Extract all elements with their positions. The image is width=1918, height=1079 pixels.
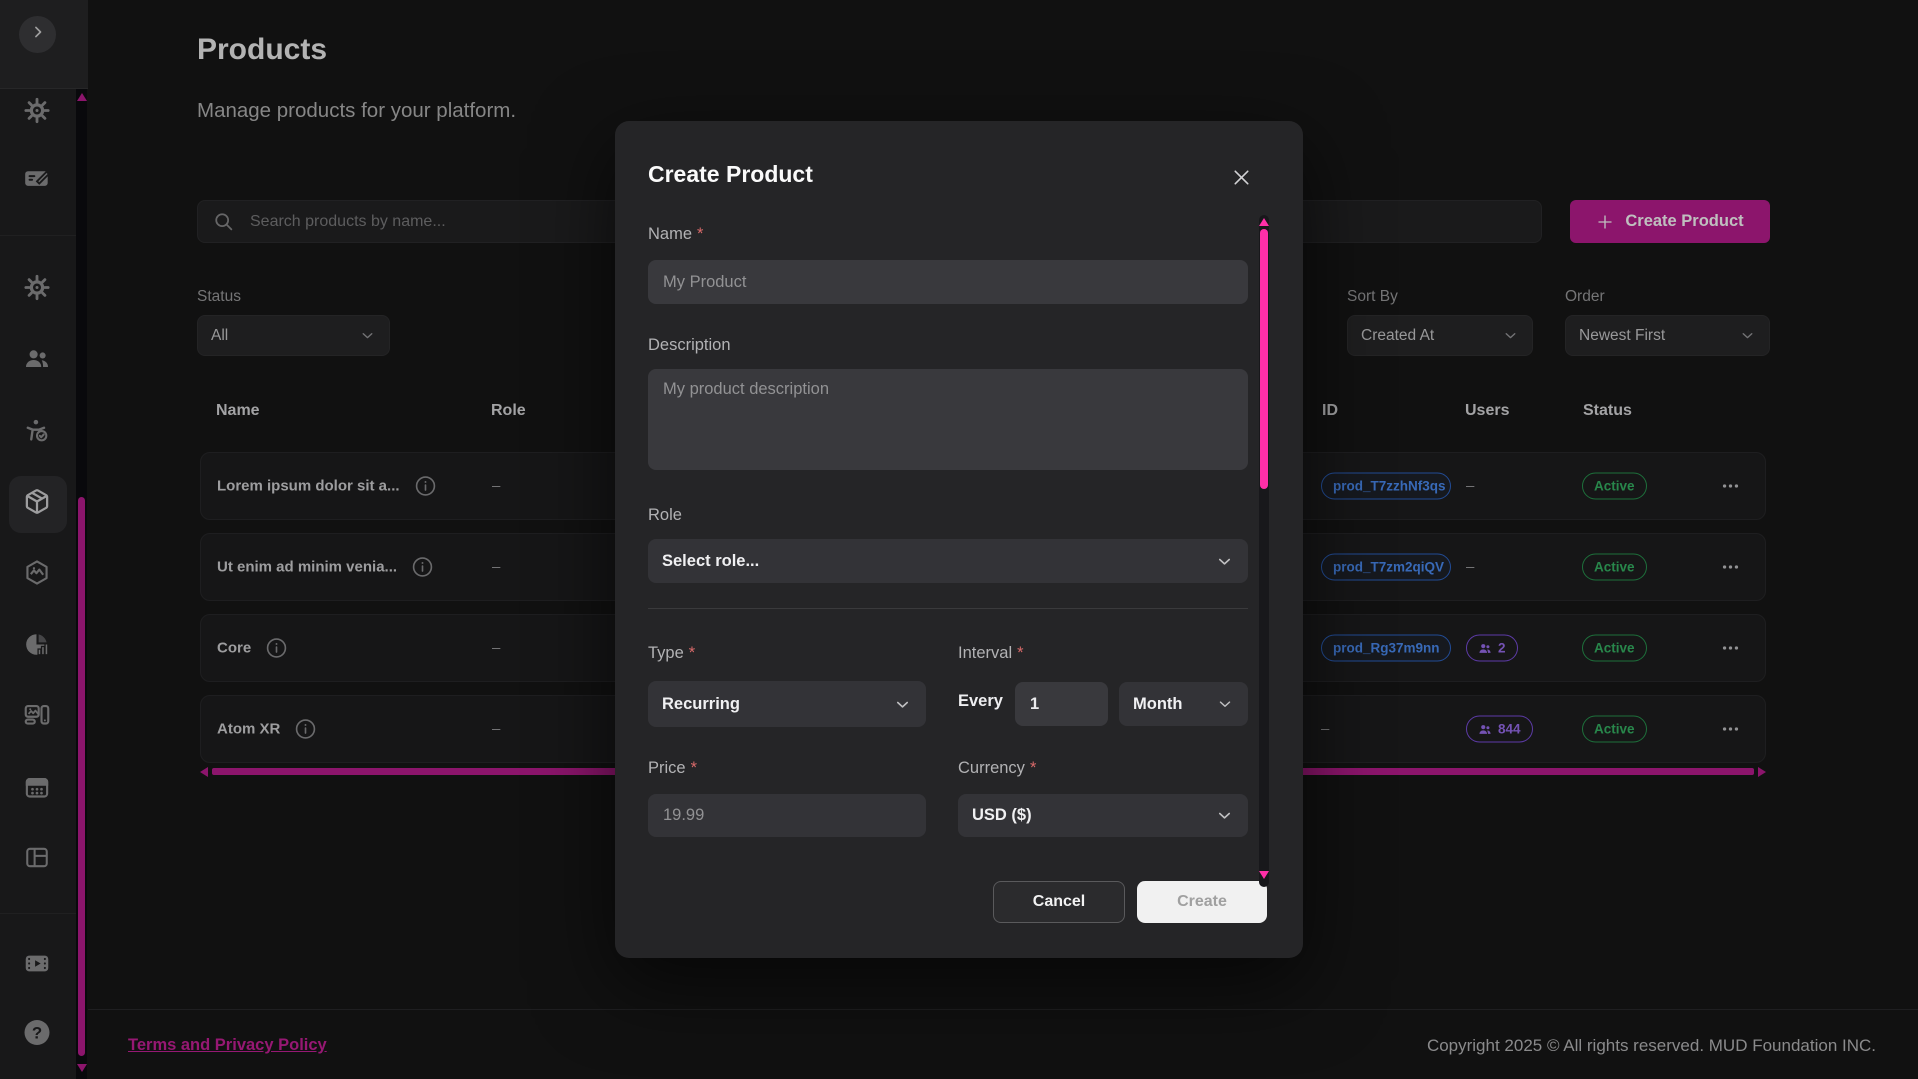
interval-label: Interval* xyxy=(958,644,1024,663)
create-product-modal: Create Product Name* Description Role Se… xyxy=(615,121,1303,958)
description-textarea[interactable] xyxy=(648,369,1248,470)
price-label: Price* xyxy=(648,759,697,778)
cancel-button[interactable]: Cancel xyxy=(993,881,1125,923)
form-divider xyxy=(648,608,1248,609)
price-input[interactable] xyxy=(648,794,926,837)
modal-scrollbar-thumb[interactable] xyxy=(1260,229,1268,489)
interval-unit-value: Month xyxy=(1133,695,1182,714)
role-select-value: Select role... xyxy=(662,552,759,571)
chevron-down-icon xyxy=(1216,695,1234,713)
currency-select-value: USD ($) xyxy=(972,806,1032,825)
modal-scroll-down-arrow[interactable] xyxy=(1259,871,1269,879)
create-button[interactable]: Create xyxy=(1137,881,1267,923)
modal-scroll-up-arrow[interactable] xyxy=(1259,218,1269,226)
modal-title: Create Product xyxy=(648,161,813,188)
required-asterisk: * xyxy=(1017,644,1023,662)
required-asterisk: * xyxy=(689,644,695,662)
currency-label: Currency* xyxy=(958,759,1036,778)
currency-select[interactable]: USD ($) xyxy=(958,794,1248,837)
required-asterisk: * xyxy=(1030,759,1036,777)
required-asterisk: * xyxy=(691,759,697,777)
description-label: Description xyxy=(648,336,731,355)
type-select-value: Recurring xyxy=(662,695,740,714)
name-input[interactable] xyxy=(648,260,1248,304)
required-asterisk: * xyxy=(697,225,703,243)
close-icon xyxy=(1230,166,1253,189)
role-select[interactable]: Select role... xyxy=(648,539,1248,583)
app-window: ? Products Manage products for your plat… xyxy=(0,0,1918,1079)
name-label: Name* xyxy=(648,225,703,244)
chevron-down-icon xyxy=(1215,806,1234,825)
chevron-down-icon xyxy=(893,695,912,714)
chevron-down-icon xyxy=(1215,552,1234,571)
role-label: Role xyxy=(648,506,682,525)
every-label: Every xyxy=(958,692,1003,711)
type-select[interactable]: Recurring xyxy=(648,681,926,727)
interval-unit-select[interactable]: Month xyxy=(1119,682,1248,726)
close-button[interactable] xyxy=(1227,163,1255,191)
interval-value-input[interactable] xyxy=(1015,682,1108,726)
type-label: Type* xyxy=(648,644,695,663)
